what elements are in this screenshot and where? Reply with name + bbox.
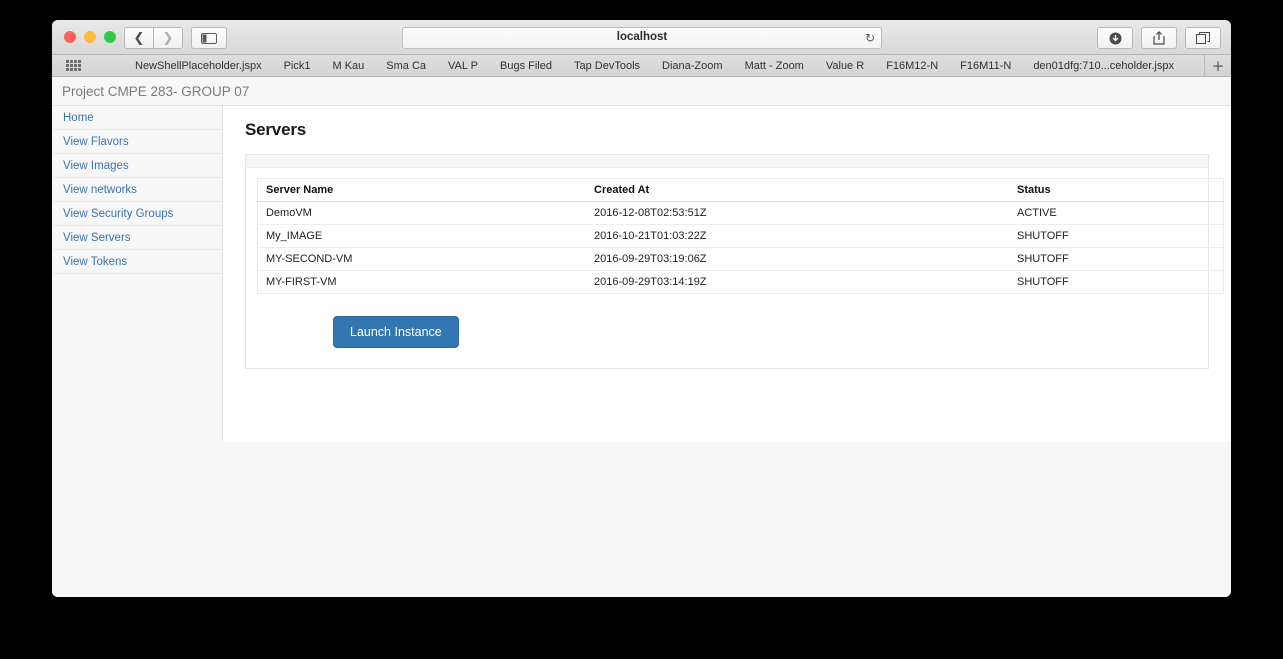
zoom-window-button[interactable] xyxy=(104,31,116,43)
sidebar-item-label: Home xyxy=(63,111,94,124)
bookmark-item[interactable]: Sma Ca xyxy=(386,60,426,72)
project-header: Project CMPE 283- GROUP 07 xyxy=(52,77,1231,106)
forward-chevron-icon: ❯ xyxy=(162,30,174,46)
cell-status: SHUTOFF xyxy=(1009,247,1224,271)
forward-button[interactable]: ❯ xyxy=(154,27,183,49)
section-heading: Servers xyxy=(245,120,306,139)
actions-row: Launch Instance xyxy=(257,294,1197,368)
apps-grid-icon[interactable] xyxy=(66,60,81,71)
cell-status: ACTIVE xyxy=(1009,201,1224,225)
cell-created-at: 2016-10-21T01:03:22Z xyxy=(586,224,1009,248)
servers-table: Server Name Created At Status DemoVM 201… xyxy=(257,178,1224,294)
page-title: Project CMPE 283- GROUP 07 xyxy=(62,83,250,99)
sidebar: Home View Flavors View Images View netwo… xyxy=(52,106,223,442)
share-button[interactable] xyxy=(1141,27,1177,49)
download-icon xyxy=(1109,32,1121,44)
column-header-status: Status xyxy=(1009,178,1224,202)
cell-created-at: 2016-09-29T03:14:19Z xyxy=(594,276,707,288)
sidebar-item-view-networks[interactable]: View networks xyxy=(52,178,222,202)
panel-header-strip xyxy=(246,155,1208,168)
sidebar-item-view-security-groups[interactable]: View Security Groups xyxy=(52,202,222,226)
bookmark-item[interactable]: F16M11-N xyxy=(960,60,1011,72)
browser-window: ❮ ❯ localhost ↻ NewShellPlaceholder.jspx… xyxy=(52,20,1231,597)
sidebar-item-view-tokens[interactable]: View Tokens xyxy=(52,250,222,274)
bookmark-item[interactable]: Tap DevTools xyxy=(574,60,640,72)
cell-status: SHUTOFF xyxy=(1009,224,1224,248)
sidebar-item-view-servers[interactable]: View Servers xyxy=(52,226,222,250)
launch-instance-button[interactable]: Launch Instance xyxy=(333,316,459,348)
reload-icon[interactable]: ↻ xyxy=(865,31,875,45)
table-row: MY-FIRST-VM 2016-09-29T03:14:19Z SHUTOFF xyxy=(258,271,1224,294)
cell-status: SHUTOFF xyxy=(1017,276,1069,288)
bookmark-item[interactable]: F16M12-N xyxy=(886,60,938,72)
bookmark-item[interactable]: den01dfg:710...ceholder.jspx xyxy=(1033,60,1174,72)
web-page: Project CMPE 283- GROUP 07 Home View Fla… xyxy=(52,77,1231,597)
sidebar-panel-icon xyxy=(201,32,217,44)
back-chevron-icon: ❮ xyxy=(133,30,145,46)
show-all-tabs-button[interactable] xyxy=(1185,27,1221,49)
cell-server-name: MY-FIRST-VM xyxy=(266,276,337,288)
cell-created-at: 2016-12-08T02:53:51Z xyxy=(586,201,1009,225)
table-header-row: Server Name Created At Status xyxy=(257,178,1224,202)
bookmark-item[interactable]: Pick1 xyxy=(284,60,311,72)
panel-body: Server Name Created At Status DemoVM 201… xyxy=(246,168,1224,368)
cell-server-name: My_IMAGE xyxy=(257,224,586,248)
sidebar-item-label: View Servers xyxy=(63,231,131,244)
bookmark-item[interactable]: Diana-Zoom xyxy=(662,60,723,72)
close-window-button[interactable] xyxy=(64,31,76,43)
page-body: Home View Flavors View Images View netwo… xyxy=(52,106,1231,442)
table-row: My_IMAGE 2016-10-21T01:03:22Z SHUTOFF xyxy=(257,224,1224,248)
column-header-server-name: Server Name xyxy=(257,178,586,202)
minimize-window-button[interactable] xyxy=(84,31,96,43)
column-header-created-at: Created At xyxy=(586,178,1009,202)
window-traffic-lights xyxy=(64,31,116,43)
bookmark-item[interactable]: NewShellPlaceholder.jspx xyxy=(135,60,262,72)
table-row: DemoVM 2016-12-08T02:53:51Z ACTIVE xyxy=(257,201,1224,225)
bookmark-item[interactable]: VAL P xyxy=(448,60,478,72)
main-content: Servers Server Name Created At Status De… xyxy=(223,106,1231,442)
browser-titlebar: ❮ ❯ localhost ↻ xyxy=(52,20,1231,55)
navigation-buttons: ❮ ❯ xyxy=(124,27,183,49)
table-head: Server Name Created At Status xyxy=(257,178,1224,202)
sidebar-item-label: View Security Groups xyxy=(63,207,174,220)
table-row: MY-SECOND-VM 2016-09-29T03:19:06Z SHUTOF… xyxy=(257,247,1224,271)
toolbar-right-buttons xyxy=(1097,27,1221,49)
downloads-button[interactable] xyxy=(1097,27,1133,49)
sidebar-item-view-images[interactable]: View Images xyxy=(52,154,222,178)
show-tabs-icon xyxy=(1196,32,1210,44)
cell-server-name: DemoVM xyxy=(257,201,586,225)
sidebar-item-label: View Tokens xyxy=(63,255,128,268)
show-sidebar-button[interactable] xyxy=(191,27,227,49)
servers-panel: Server Name Created At Status DemoVM 201… xyxy=(245,154,1224,369)
bookmark-item[interactable]: Value R xyxy=(826,60,864,72)
bookmark-list: NewShellPlaceholder.jspx Pick1 M Kau Sma… xyxy=(135,60,1174,72)
cell-server-name: MY-SECOND-VM xyxy=(257,247,586,271)
add-bookmark-button[interactable]: + xyxy=(1204,55,1231,76)
sidebar-item-label: View Images xyxy=(63,159,129,172)
sidebar-item-view-flavors[interactable]: View Flavors xyxy=(52,130,222,154)
bookmarks-bar: NewShellPlaceholder.jspx Pick1 M Kau Sma… xyxy=(52,55,1231,77)
cell-created-at: 2016-09-29T03:19:06Z xyxy=(586,247,1009,271)
sidebar-item-home[interactable]: Home xyxy=(52,106,222,130)
table-body: DemoVM 2016-12-08T02:53:51Z ACTIVE My_IM… xyxy=(257,201,1224,294)
bookmark-item[interactable]: M Kau xyxy=(332,60,364,72)
address-bar-text: localhost xyxy=(616,31,668,43)
sidebar-item-label: View Flavors xyxy=(63,135,129,148)
address-bar[interactable]: localhost ↻ xyxy=(402,27,882,49)
bookmark-item[interactable]: Matt - Zoom xyxy=(745,60,804,72)
share-icon xyxy=(1153,31,1165,45)
bookmark-item[interactable]: Bugs Filed xyxy=(500,60,552,72)
sidebar-item-label: View networks xyxy=(63,183,137,196)
back-button[interactable]: ❮ xyxy=(124,27,154,49)
